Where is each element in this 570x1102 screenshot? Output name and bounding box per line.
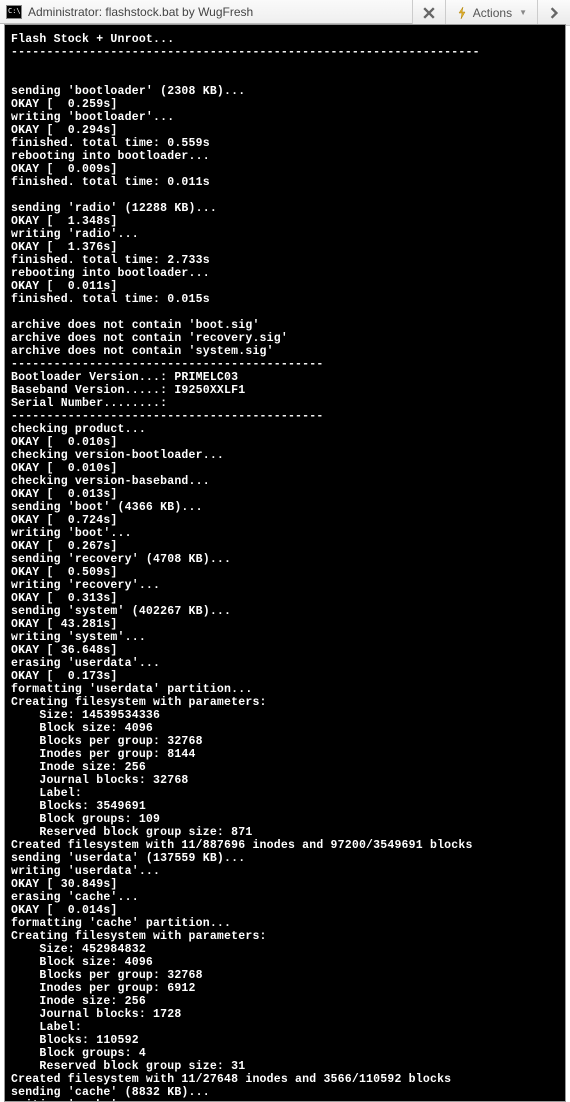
top-toolbar: Actions ▼ [412, 0, 570, 26]
actions-label: Actions [473, 6, 512, 20]
console-output: Flash Stock + Unroot... ----------------… [11, 33, 559, 1102]
menu-button[interactable] [538, 0, 570, 25]
actions-button[interactable]: Actions ▼ [446, 0, 538, 25]
lightning-icon [456, 7, 468, 19]
chevron-right-icon [548, 7, 560, 19]
chevron-down-icon: ▼ [519, 8, 527, 17]
cmd-icon [6, 5, 22, 19]
close-icon [423, 7, 435, 19]
close-button[interactable] [413, 0, 446, 25]
terminal-window[interactable]: Flash Stock + Unroot... ----------------… [4, 24, 566, 1102]
